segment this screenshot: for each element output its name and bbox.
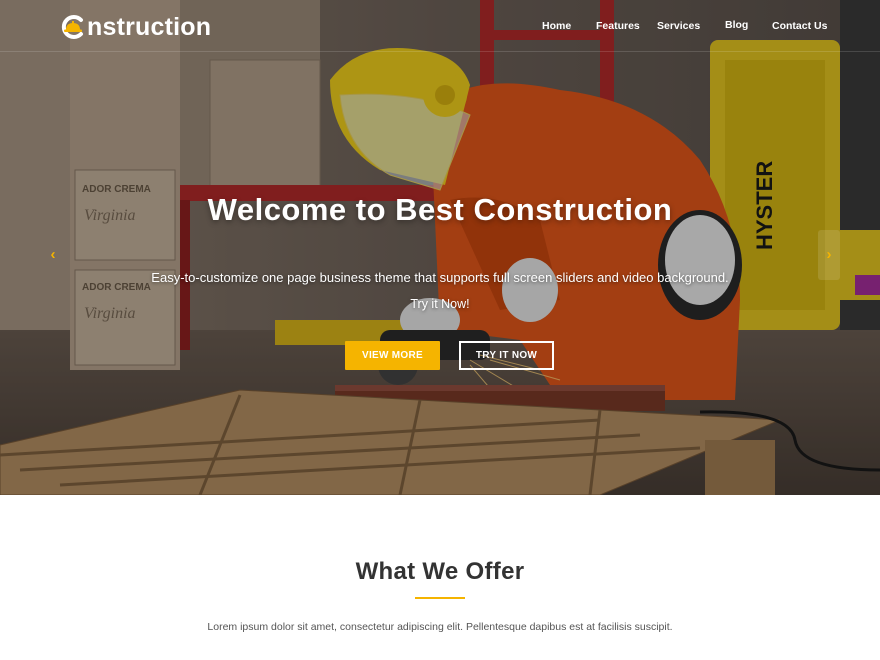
- view-more-button[interactable]: VIEW MORE: [345, 341, 440, 370]
- nav-item-services[interactable]: Services: [657, 20, 700, 32]
- hero-subtitle: Easy-to-customize one page business them…: [151, 270, 729, 285]
- hero-title: Welcome to Best Construction: [207, 192, 673, 227]
- chevron-left-icon: ‹: [50, 246, 56, 263]
- slider-next-button[interactable]: ›: [818, 230, 840, 280]
- hero-slider: ADOR CREMA Virginia ADOR CREMA Virginia …: [0, 0, 880, 495]
- chevron-right-icon: ›: [826, 246, 832, 263]
- hero-overlay: [0, 0, 880, 495]
- hero-tagline: Try it Now!: [410, 297, 470, 311]
- slider-prev-button[interactable]: ‹: [42, 230, 64, 280]
- try-it-now-button[interactable]: TRY IT NOW: [459, 341, 554, 370]
- section-title: What We Offer: [355, 558, 525, 585]
- site-header: nstruction Home Features Services Blog C…: [0, 0, 880, 52]
- nav-item-contact-us[interactable]: Contact Us: [772, 20, 827, 32]
- section-description: Lorem ipsum dolor sit amet, consectetur …: [207, 621, 673, 633]
- nav-item-features[interactable]: Features: [596, 20, 640, 32]
- main-nav: Home Features Services Blog Contact Us: [0, 19, 880, 36]
- nav-item-blog[interactable]: Blog: [725, 19, 748, 31]
- title-underline: [415, 597, 465, 599]
- nav-item-home[interactable]: Home: [542, 20, 571, 32]
